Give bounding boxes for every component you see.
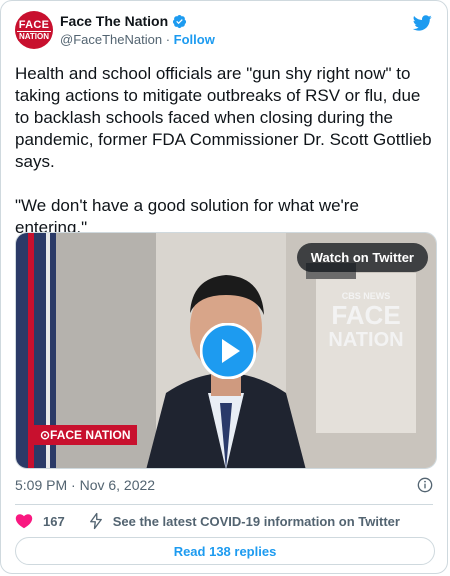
tweet-timestamp[interactable]: 5:09 PM · Nov 6, 2022 xyxy=(15,477,155,493)
info-icon[interactable] xyxy=(417,477,433,493)
screen-face: FACE xyxy=(331,300,401,330)
separator-dot: · xyxy=(165,32,171,47)
tweet-card[interactable]: FACE NATION Face The Nation @FaceTheNati… xyxy=(0,0,448,574)
twitter-bird-icon[interactable] xyxy=(411,13,433,33)
action-bar: 167 See the latest COVID-19 information … xyxy=(15,511,400,531)
heart-icon[interactable] xyxy=(15,512,33,530)
account-handle[interactable]: @FaceTheNation xyxy=(60,32,162,47)
tweet-header: FACE NATION Face The Nation @FaceTheNati… xyxy=(15,11,433,55)
like-count[interactable]: 167 xyxy=(43,514,65,529)
avatar[interactable]: FACE NATION xyxy=(15,11,53,49)
verified-badge-icon xyxy=(173,14,187,28)
account-name[interactable]: Face The Nation xyxy=(60,13,168,29)
name-row: Face The Nation xyxy=(60,13,187,29)
play-button-icon[interactable] xyxy=(200,323,256,379)
avatar-text-bottom: NATION xyxy=(16,30,52,41)
video-player[interactable]: CBS NEWS FACE NATION Watch on Twitter ⊙F… xyxy=(15,232,437,469)
watch-on-twitter-button[interactable]: Watch on Twitter xyxy=(296,243,428,272)
covid-info-link[interactable]: See the latest COVID-19 information on T… xyxy=(113,514,400,529)
tweet-text: Health and school officials are "gun shy… xyxy=(15,64,432,237)
background-screen-text: CBS NEWS FACE NATION xyxy=(321,291,411,351)
divider xyxy=(15,504,433,505)
face-the-nation-logo: ⊙FACE NATION xyxy=(34,425,137,445)
read-replies-button[interactable]: Read 138 replies xyxy=(15,537,435,565)
screen-nation: NATION xyxy=(328,329,404,351)
follow-button[interactable]: Follow xyxy=(174,32,215,47)
lightning-icon xyxy=(89,512,102,530)
handle-row: @FaceTheNation · Follow xyxy=(60,32,215,47)
avatar-text-top: FACE xyxy=(18,18,50,31)
